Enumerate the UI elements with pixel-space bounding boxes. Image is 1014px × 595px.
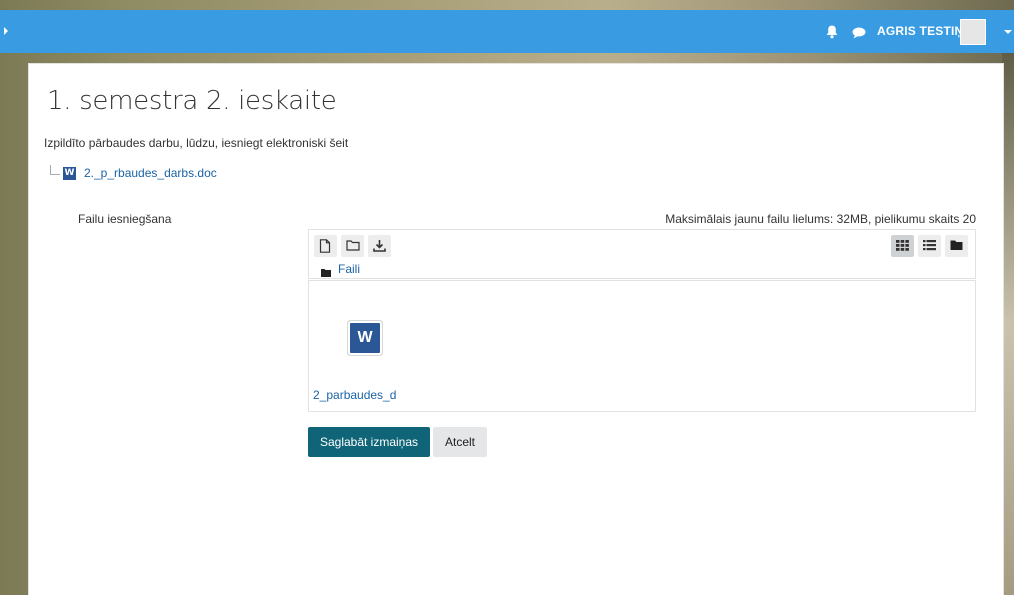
file-name[interactable]: 2_parbaudes_d <box>313 388 396 402</box>
grid-view-icon <box>896 240 909 251</box>
create-folder-button[interactable] <box>341 235 364 257</box>
file-submission-label: Failu iesniegšana <box>78 212 172 226</box>
list-view-button[interactable] <box>918 235 941 257</box>
download-icon <box>373 240 386 252</box>
main-card: 1. semestra 2. ieskaite Izpildīto pārbau… <box>28 63 1004 595</box>
add-file-icon <box>319 239 331 253</box>
intro-text: Izpildīto pārbaudes darbu, lūdzu, iesnie… <box>44 136 349 150</box>
file-drop-area[interactable]: W 2_parbaudes_d <box>308 280 976 412</box>
chat-icon[interactable] <box>852 26 866 39</box>
tree-view-button[interactable] <box>945 235 968 257</box>
word-file-icon[interactable]: W <box>350 323 380 353</box>
word-file-icon: W <box>63 167 76 180</box>
folder-tree-view-icon <box>950 240 963 250</box>
user-menu-caret-icon[interactable] <box>1004 30 1012 34</box>
create-folder-icon <box>346 240 360 251</box>
page-title: 1. semestra 2. ieskaite <box>47 86 337 116</box>
download-all-button[interactable] <box>368 235 391 257</box>
add-file-button[interactable] <box>314 235 337 257</box>
grid-view-button[interactable] <box>891 235 914 257</box>
folder-icon <box>321 264 331 277</box>
cancel-button[interactable]: Atcelt <box>433 427 487 457</box>
top-navbar: AGRIS TESTIŅŠ <box>0 10 1014 53</box>
user-name[interactable]: AGRIS TESTIŅŠ <box>877 24 972 38</box>
nav-toggle-icon[interactable] <box>4 27 8 35</box>
list-view-icon <box>923 240 936 251</box>
file-manager-toolbar: Faili <box>308 229 976 279</box>
upload-limits: Maksimālais jaunu failu lielums: 32MB, p… <box>665 212 976 226</box>
breadcrumb-files-link[interactable]: Faili <box>338 262 360 276</box>
user-avatar[interactable] <box>960 19 986 45</box>
tree-connector <box>50 165 60 175</box>
attachment-link[interactable]: 2._p_rbaudes_darbs.doc <box>84 166 217 180</box>
save-changes-button[interactable]: Saglabāt izmaiņas <box>308 427 430 457</box>
bell-icon[interactable] <box>826 25 838 39</box>
